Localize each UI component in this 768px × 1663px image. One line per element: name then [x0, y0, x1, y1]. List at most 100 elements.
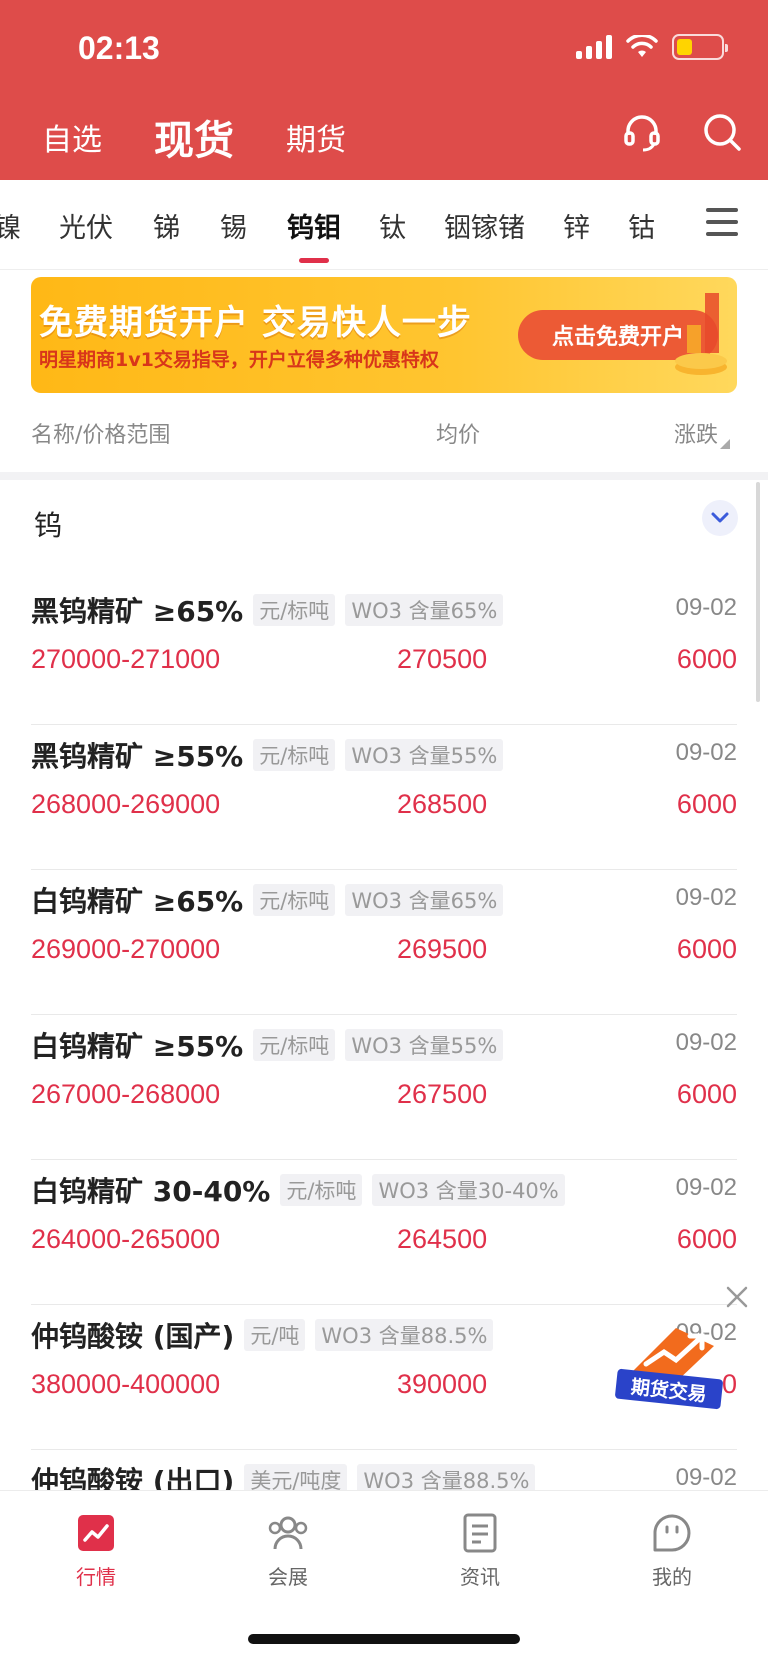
price-date: 09-02: [675, 884, 737, 911]
column-avg: 均价: [436, 423, 481, 448]
promo-banner[interactable]: 免费期货开户 交易快人一步 明星期商1v1交易指导，开户立得多种优惠特权 点击免…: [31, 277, 737, 393]
product-name: 白钨精矿 ≥65%: [31, 885, 244, 918]
chevron-down-icon: [711, 512, 729, 523]
avg-price: 267500: [397, 1079, 488, 1109]
price-change: 6000: [676, 934, 737, 964]
cellular-signal-icon: [576, 35, 612, 59]
category-tab[interactable]: 铟镓锗: [444, 206, 525, 245]
price-date: 09-02: [675, 1464, 737, 1491]
price-range: 268000-269000: [31, 789, 221, 819]
collapse-toggle[interactable]: [702, 500, 738, 536]
product-name: 白钨精矿 30-40%: [31, 1175, 271, 1208]
nav-exhibition[interactable]: 会展: [240, 1511, 336, 1590]
table-row[interactable]: 白钨精矿 ≥65% 元/标吨 WO3 含量65% 09-02 269000-27…: [0, 870, 768, 1015]
table-row[interactable]: 白钨精矿 30-40% 元/标吨 WO3 含量30-40% 09-02 2640…: [0, 1160, 768, 1305]
menu-icon[interactable]: [706, 208, 738, 244]
price-range: 267000-268000: [31, 1079, 221, 1109]
unit-tag: 元/标吨: [253, 739, 336, 771]
price-date: 09-02: [675, 739, 737, 766]
avg-price: 268500: [397, 789, 488, 819]
section-title: 钨: [34, 509, 63, 542]
price-change: 6000: [676, 1079, 737, 1109]
document-icon: [458, 1511, 502, 1555]
sort-icon[interactable]: [720, 439, 730, 449]
table-row[interactable]: 黑钨精矿 ≥65% 元/标吨 WO3 含量65% 09-02 270000-27…: [0, 580, 768, 725]
category-tab[interactable]: 锡: [220, 206, 247, 245]
price-range: 380000-400000: [31, 1369, 221, 1399]
top-tabs: 自选 现货 期货: [42, 108, 346, 166]
price-list: 黑钨精矿 ≥65% 元/标吨 WO3 含量65% 09-02 270000-27…: [0, 580, 768, 1595]
banner-subtitle: 明星期商1v1交易指导，开户立得多种优惠特权: [39, 349, 439, 371]
table-row[interactable]: 黑钨精矿 ≥55% 元/标吨 WO3 含量55% 09-02 268000-26…: [0, 725, 768, 870]
price-date: 09-02: [675, 1174, 737, 1201]
column-change-sort[interactable]: 涨跌: [674, 417, 718, 449]
close-icon[interactable]: [724, 1284, 750, 1310]
divider: [0, 472, 768, 480]
chart-icon: [74, 1511, 118, 1555]
avg-price: 390000: [397, 1369, 488, 1399]
nav-news[interactable]: 资讯: [432, 1511, 528, 1590]
spec-tag: WO3 含量55%: [345, 1029, 504, 1061]
spec-tag: WO3 含量30-40%: [372, 1174, 565, 1206]
avg-price: 269500: [397, 934, 488, 964]
tab-futures[interactable]: 期货: [286, 115, 346, 159]
price-date: 09-02: [675, 594, 737, 621]
spec-tag: WO3 含量65%: [345, 884, 504, 916]
price-range: 269000-270000: [31, 934, 221, 964]
home-indicator[interactable]: [248, 1634, 520, 1644]
category-tab[interactable]: 钴: [628, 206, 655, 245]
futures-trade-float-ad[interactable]: 期货交易: [614, 1318, 734, 1414]
headset-icon[interactable]: [620, 110, 664, 154]
product-name: 黑钨精矿 ≥65%: [31, 595, 244, 628]
price-change: 6000: [676, 1224, 737, 1254]
wifi-icon: [626, 35, 658, 57]
nav-label: 资讯: [460, 1565, 500, 1589]
status-icons: [576, 34, 728, 60]
category-list: 镍 光伏 锑 锡 钨钼 钛 铟镓锗 锌 钴: [0, 180, 680, 270]
nav-market[interactable]: 行情: [48, 1511, 144, 1590]
price-change: 6000: [676, 644, 737, 674]
nav-label: 我的: [652, 1565, 692, 1589]
battery-icon: [672, 34, 728, 60]
nav-label: 行情: [76, 1565, 116, 1589]
column-name: 名称/价格范围: [31, 423, 171, 448]
product-name: 黑钨精矿 ≥55%: [31, 740, 244, 773]
header-actions: [620, 110, 744, 154]
unit-tag: 元/吨: [244, 1319, 306, 1351]
app-header: 02:13 自选 现货 期货: [0, 0, 768, 180]
spec-tag: WO3 含量65%: [345, 594, 504, 626]
price-date: 09-02: [675, 1029, 737, 1056]
status-time: 02:13: [78, 30, 160, 66]
table-row[interactable]: 白钨精矿 ≥55% 元/标吨 WO3 含量55% 09-02 267000-26…: [0, 1015, 768, 1160]
category-tab[interactable]: 锌: [563, 206, 590, 245]
category-tab[interactable]: 钛: [379, 206, 406, 245]
avg-price: 270500: [397, 644, 488, 674]
price-range: 264000-265000: [31, 1224, 221, 1254]
spec-tag: WO3 含量88.5%: [315, 1319, 494, 1351]
product-name: 白钨精矿 ≥55%: [31, 1030, 244, 1063]
product-name: 仲钨酸铵 (国产): [31, 1320, 235, 1353]
category-tab[interactable]: 锑: [153, 206, 180, 245]
category-tab[interactable]: 镍: [0, 206, 21, 245]
nav-profile[interactable]: 我的: [624, 1511, 720, 1590]
chart-growth-icon: [675, 293, 727, 375]
nav-label: 会展: [268, 1565, 308, 1589]
unit-tag: 元/标吨: [253, 884, 336, 916]
profile-icon: [650, 1511, 694, 1555]
unit-tag: 元/标吨: [253, 1029, 336, 1061]
unit-tag: 元/标吨: [253, 594, 336, 626]
price-change: 6000: [676, 789, 737, 819]
column-header: 名称/价格范围 均价 涨跌: [0, 405, 768, 465]
avg-price: 264500: [397, 1224, 488, 1254]
banner-title: 免费期货开户 交易快人一步: [39, 303, 472, 343]
spec-tag: WO3 含量55%: [345, 739, 504, 771]
category-tab[interactable]: 光伏: [59, 206, 113, 245]
people-icon: [266, 1511, 310, 1555]
tab-watchlist[interactable]: 自选: [42, 115, 102, 159]
unit-tag: 元/标吨: [280, 1174, 363, 1206]
price-range: 270000-271000: [31, 644, 221, 674]
search-icon[interactable]: [700, 110, 744, 154]
category-tab-active[interactable]: 钨钼: [287, 206, 341, 245]
category-bar: 镍 光伏 锑 锡 钨钼 钛 铟镓锗 锌 钴: [0, 180, 768, 270]
tab-spot[interactable]: 现货: [154, 108, 234, 166]
